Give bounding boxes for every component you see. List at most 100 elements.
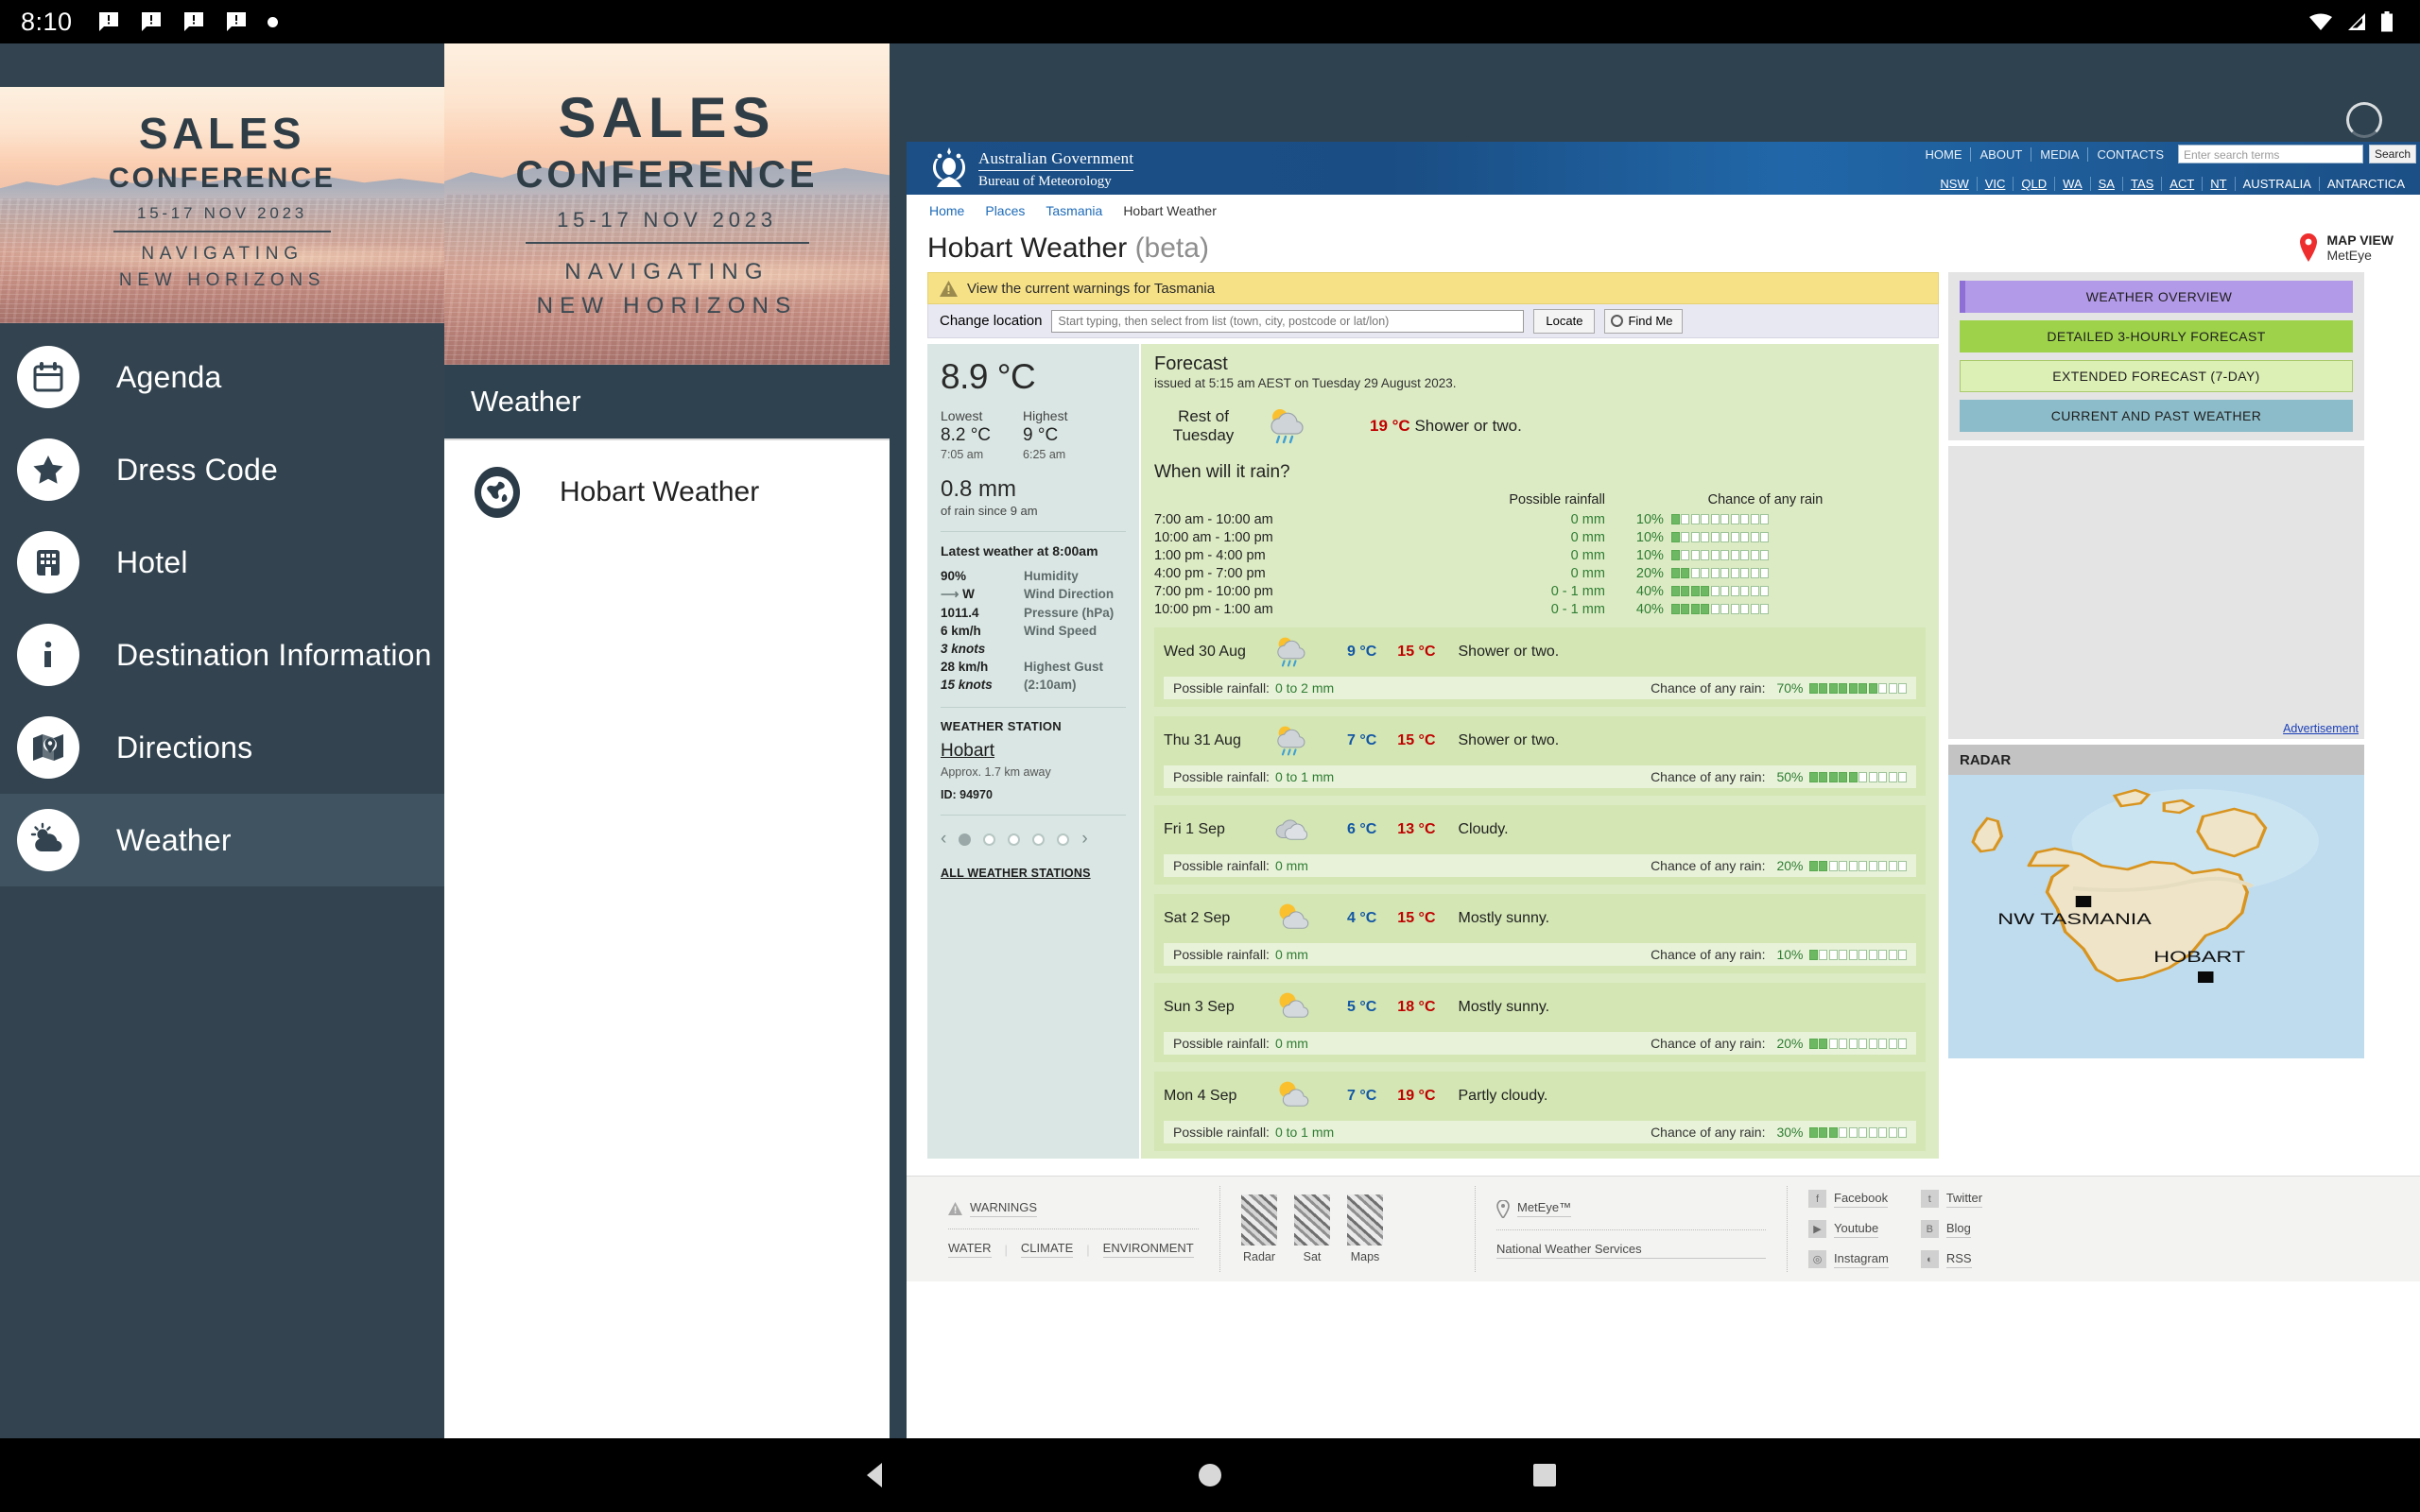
map-view-link[interactable]: MAP VIEW MetEye [2298, 232, 2394, 263]
find-me-button[interactable]: Find Me [1604, 308, 1684, 334]
pager-dot[interactable] [1057, 833, 1070, 846]
state-nt[interactable]: NT [2203, 177, 2236, 191]
nav-media[interactable]: MEDIA [2031, 147, 2089, 162]
maps-thumb-label: Maps [1350, 1250, 1380, 1263]
warning-icon [940, 280, 958, 297]
pager-dot[interactable] [1008, 833, 1021, 846]
footer-water-link[interactable]: WATER [948, 1241, 992, 1258]
station-pager[interactable]: ‹ › [941, 829, 1126, 850]
search-input[interactable]: Enter search terms [2178, 145, 2363, 163]
back-triangle-icon[interactable] [859, 1459, 891, 1491]
weather-overview-button[interactable]: WEATHER OVERVIEW [1960, 281, 2353, 313]
detailed-3-hourly-forecast-button[interactable]: DETAILED 3-HOURLY FORECAST [1960, 320, 2353, 352]
state-sa[interactable]: SA [2091, 177, 2123, 191]
footer-environment-link[interactable]: ENVIRONMENT [1102, 1241, 1194, 1258]
rainfall-label: Possible rainfall: [1173, 1036, 1270, 1051]
sidebar-item-dress-code[interactable]: Dress Code [0, 423, 444, 516]
cloudy-icon [1275, 819, 1308, 840]
recents-square-icon[interactable] [1529, 1459, 1561, 1491]
nav-contacts[interactable]: CONTACTS [2088, 147, 2172, 162]
blog-label[interactable]: Blog [1945, 1221, 1971, 1238]
sidebar-item-hotel[interactable]: Hotel [0, 516, 444, 609]
state-vic[interactable]: VIC [1978, 177, 2014, 191]
state-wa[interactable]: WA [2055, 177, 2091, 191]
extended-forecast-button[interactable]: EXTENDED FORECAST (7-DAY) [1960, 360, 2353, 392]
banner-line4: NEW HORIZONS [536, 293, 798, 318]
instagram-label[interactable]: Instagram [1834, 1251, 1889, 1268]
footer-youtube[interactable]: ▶ Youtube [1808, 1220, 1889, 1238]
state-qld[interactable]: QLD [2014, 177, 2056, 191]
pressure-value: 1011.4 [941, 606, 979, 620]
footer-sat-thumb[interactable]: Sat [1294, 1194, 1330, 1263]
state-nav[interactable]: NSW VIC QLD WA SA TAS ACT NT AUSTRALIA A… [1932, 177, 2412, 191]
footer-twitter[interactable]: t Twitter [1920, 1190, 1983, 1208]
day-max: 15 °C [1397, 732, 1436, 748]
locate-button[interactable]: Locate [1533, 308, 1596, 334]
breadcrumb-tasmania[interactable]: Tasmania [1046, 203, 1102, 218]
youtube-label[interactable]: Youtube [1834, 1221, 1879, 1238]
breadcrumb[interactable]: Home Places Tasmania Hobart Weather [907, 195, 2420, 227]
sidebar-item-destination-information[interactable]: Destination Information [0, 609, 444, 701]
facebook-label[interactable]: Facebook [1834, 1191, 1889, 1208]
footer-rss[interactable]: ◐ RSS [1920, 1250, 1982, 1268]
pager-dot[interactable] [1032, 833, 1046, 846]
footer-blog[interactable]: B Blog [1920, 1220, 1982, 1238]
sidebar-item-agenda[interactable]: Agenda [0, 331, 444, 423]
list-item[interactable]: Hobart Weather [444, 440, 890, 544]
sidebar-item-label: Weather [116, 822, 232, 857]
chevron-right-icon[interactable]: › [1081, 829, 1087, 850]
nav-home[interactable]: HOME [1916, 147, 1972, 162]
sidebar-item-directions[interactable]: Directions [0, 701, 444, 794]
table-row: 1:00 pm - 4:00 pm 0 mm 10% [1154, 546, 1926, 564]
chance-bars [1808, 771, 1907, 782]
chance-bars [1670, 568, 1770, 579]
chevron-left-icon[interactable]: ‹ [941, 829, 946, 850]
home-circle-icon[interactable] [1194, 1459, 1226, 1491]
location-input[interactable] [1051, 309, 1525, 333]
state-australia[interactable]: AUSTRALIA [2236, 177, 2320, 191]
table-row: 6 km/h Wind Speed [941, 622, 1126, 640]
footer-warnings-link[interactable]: WARNINGS [970, 1200, 1038, 1217]
sidebar-item-weather[interactable]: Weather [0, 794, 444, 886]
station-name[interactable]: Hobart [941, 741, 1126, 762]
period-time: 7:00 pm - 10:00 pm [1154, 583, 1273, 599]
pager-dot[interactable] [983, 833, 996, 846]
footer-national-weather-services-link[interactable]: National Weather Services [1496, 1242, 1766, 1259]
all-weather-stations-link[interactable]: ALL WEATHER STATIONS [941, 867, 1126, 880]
warnings-banner[interactable]: View the current warnings for Tasmania [927, 272, 1939, 304]
table-row: 4:00 pm - 7:00 pm 0 mm 20% [1154, 564, 1926, 582]
advertisement-label[interactable]: Advertisement [2283, 722, 2359, 735]
current-past-weather-button[interactable]: CURRENT AND PAST WEATHER [1960, 400, 2353, 432]
bom-top-nav[interactable]: HOME ABOUT MEDIA CONTACTS [1916, 147, 2172, 162]
breadcrumb-home[interactable]: Home [929, 203, 964, 218]
footer-radar-thumb[interactable]: Radar [1241, 1194, 1277, 1263]
day-chance: 70% [1776, 680, 1804, 696]
footer-maps-thumb[interactable]: Maps [1347, 1194, 1383, 1263]
period-time: 7:00 am - 10:00 am [1154, 511, 1273, 527]
day-min: 7 °C [1347, 732, 1377, 748]
chance-label: Chance of any rain: [1651, 1125, 1766, 1140]
state-act[interactable]: ACT [2162, 177, 2204, 191]
state-antarctica[interactable]: ANTARCTICA [2320, 177, 2412, 191]
radar-map[interactable]: NW TASMANIA HOBART [1948, 775, 2364, 1058]
banner-line2: CONFERENCE [108, 163, 336, 194]
day-rain: 0 mm [1274, 947, 1308, 962]
state-nsw[interactable]: NSW [1932, 177, 1978, 191]
search-button[interactable]: Search [2369, 145, 2416, 163]
breadcrumb-places[interactable]: Places [985, 203, 1025, 218]
nav-about[interactable]: ABOUT [1971, 147, 2032, 162]
footer-instagram[interactable]: ◎ Instagram [1808, 1250, 1889, 1268]
state-tas[interactable]: TAS [2123, 177, 2163, 191]
gust-label: Highest Gust [1024, 660, 1104, 674]
navigation-drawer[interactable]: Welcome Message Agenda Dress Code Hotel [0, 43, 444, 1438]
footer-facebook[interactable]: f Facebook [1808, 1190, 1889, 1208]
twitter-label[interactable]: Twitter [1945, 1191, 1983, 1208]
day-label: Mon 4 Sep [1164, 1088, 1237, 1104]
footer-climate-link[interactable]: CLIMATE [1020, 1241, 1074, 1258]
bom-header: Australian Government Bureau of Meteorol… [907, 142, 2420, 195]
footer-meteye-link[interactable]: MetEye™ [1517, 1200, 1572, 1217]
pager-dot[interactable] [959, 833, 972, 846]
footer-warnings[interactable]: WARNINGS [948, 1200, 1199, 1217]
footer-meteye[interactable]: MetEye™ [1496, 1199, 1766, 1218]
rss-label[interactable]: RSS [1945, 1251, 1972, 1268]
